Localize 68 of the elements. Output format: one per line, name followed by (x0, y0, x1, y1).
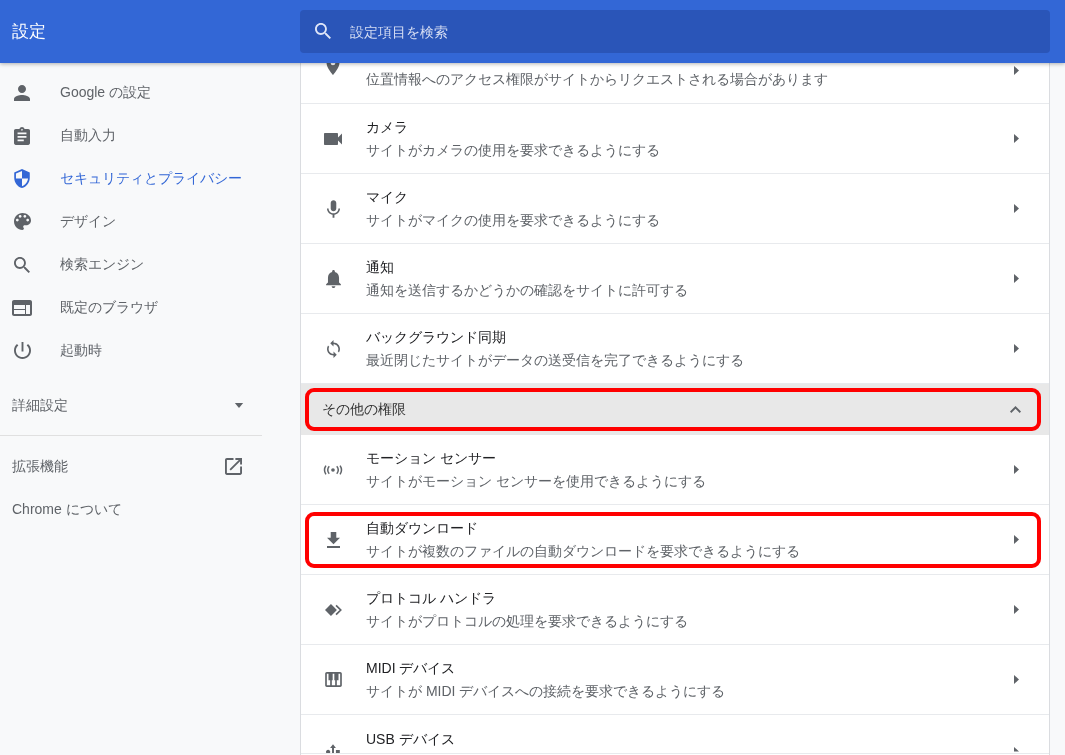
caret-right-icon (1014, 747, 1019, 752)
caret-right-icon (1014, 675, 1019, 684)
sync-icon (326, 339, 340, 358)
row-title: マイク (366, 187, 408, 207)
permission-row[interactable]: 通知 通知を送信するかどうかの確認をサイトに許可する (301, 244, 1049, 314)
sidebar-item[interactable]: 起動時 (12, 329, 102, 372)
row-title: USB デバイス (366, 730, 455, 749)
search-field[interactable]: 設定項目を検索 (300, 10, 1050, 53)
row-description: サイトがモーション センサーを使用できるようにする (366, 471, 706, 491)
permission-row[interactable]: MIDI デバイス サイトが MIDI デバイスへの接続を要求できるようにする (301, 645, 1049, 715)
sidebar-item[interactable]: 検索エンジン (12, 243, 144, 286)
search-icon (14, 256, 30, 273)
section-header[interactable]: その他の権限 (301, 384, 1049, 435)
row-description: サイトがカメラの使用を要求できるようにする (366, 140, 660, 160)
sidebar-item[interactable]: 自動入力 (12, 114, 116, 157)
sidebar-item[interactable]: Google の設定 (12, 71, 152, 114)
caret-right-icon (1014, 344, 1019, 353)
permission-row[interactable]: 位置情報へのアクセス権限がサイトからリクエストされる場合があります (301, 63, 1049, 104)
permission-row[interactable]: プロトコル ハンドラ サイトがプロトコルの処理を要求できるようにする (301, 575, 1049, 645)
sidebar-item[interactable]: デザイン (12, 200, 116, 243)
row-title: 自動ダウンロード (366, 518, 478, 538)
caret-right-icon (1014, 535, 1019, 544)
caret-right-icon (1014, 204, 1019, 213)
row-description: 通知を送信するかどうかの確認をサイトに許可する (366, 280, 688, 300)
piano-keys-icon (324, 672, 342, 687)
permission-row[interactable]: マイク サイトがマイクの使用を要求できるようにする (301, 174, 1049, 244)
location-pin-icon (326, 63, 340, 75)
sidebar-item[interactable]: 既定のブラウザ (12, 286, 158, 329)
diamond-icon (324, 603, 342, 616)
sidebar-link[interactable]: Chrome について (12, 488, 122, 531)
browser-window-icon (12, 299, 32, 316)
row-title: MIDI デバイス (366, 658, 456, 678)
bell-icon (325, 269, 341, 288)
row-description: サイトがプロトコルの処理を要求できるようにする (366, 611, 688, 631)
permission-row[interactable]: 自動ダウンロード サイトが複数のファイルの自動ダウンロードを要求できるようにする (301, 505, 1049, 575)
permission-row[interactable]: モーション センサー サイトがモーション センサーを使用できるようにする (301, 435, 1049, 505)
clipboard-icon (14, 126, 30, 145)
person-icon (14, 84, 30, 101)
caret-right-icon (1014, 134, 1019, 143)
permission-row[interactable]: カメラ サイトがカメラの使用を要求できるようにする (301, 104, 1049, 174)
row-description: 位置情報へのアクセス権限がサイトからリクエストされる場合があります (366, 70, 828, 89)
row-title: バックグラウンド同期 (366, 327, 506, 347)
caret-right-icon (1014, 605, 1019, 614)
row-description: 最近閉じたサイトがデータの送受信を完了できるようにする (366, 350, 744, 370)
row-description: サイトが MIDI デバイスへの接続を要求できるようにする (366, 681, 726, 701)
permission-row[interactable]: USB デバイス (301, 715, 1049, 754)
row-title: プロトコル ハンドラ (366, 588, 496, 608)
caret-right-icon (1014, 66, 1019, 75)
advanced-settings-toggle[interactable]: 詳細設定 (12, 381, 244, 429)
video-camera-icon (324, 132, 342, 145)
microphone-icon (326, 199, 340, 218)
row-description: サイトが複数のファイルの自動ダウンロードを要求できるようにする (366, 541, 800, 561)
download-icon (326, 531, 340, 548)
signal-waves-icon (323, 464, 343, 475)
row-title: 通知 (366, 257, 394, 277)
row-title: カメラ (366, 117, 408, 137)
caret-right-icon (1014, 465, 1019, 474)
power-icon (13, 342, 31, 359)
row-title: モーション センサー (366, 448, 496, 468)
search-icon (315, 23, 331, 39)
row-description: サイトがマイクの使用を要求できるようにする (366, 210, 660, 230)
page-title: 設定 (12, 21, 46, 41)
sidebar-link[interactable]: 拡張機能 (12, 445, 242, 488)
caret-right-icon (1014, 274, 1019, 283)
palette-icon (13, 213, 31, 230)
sidebar-item[interactable]: セキュリティとプライバシー (12, 157, 242, 200)
shield-icon (14, 169, 30, 188)
usb-icon (326, 744, 340, 753)
